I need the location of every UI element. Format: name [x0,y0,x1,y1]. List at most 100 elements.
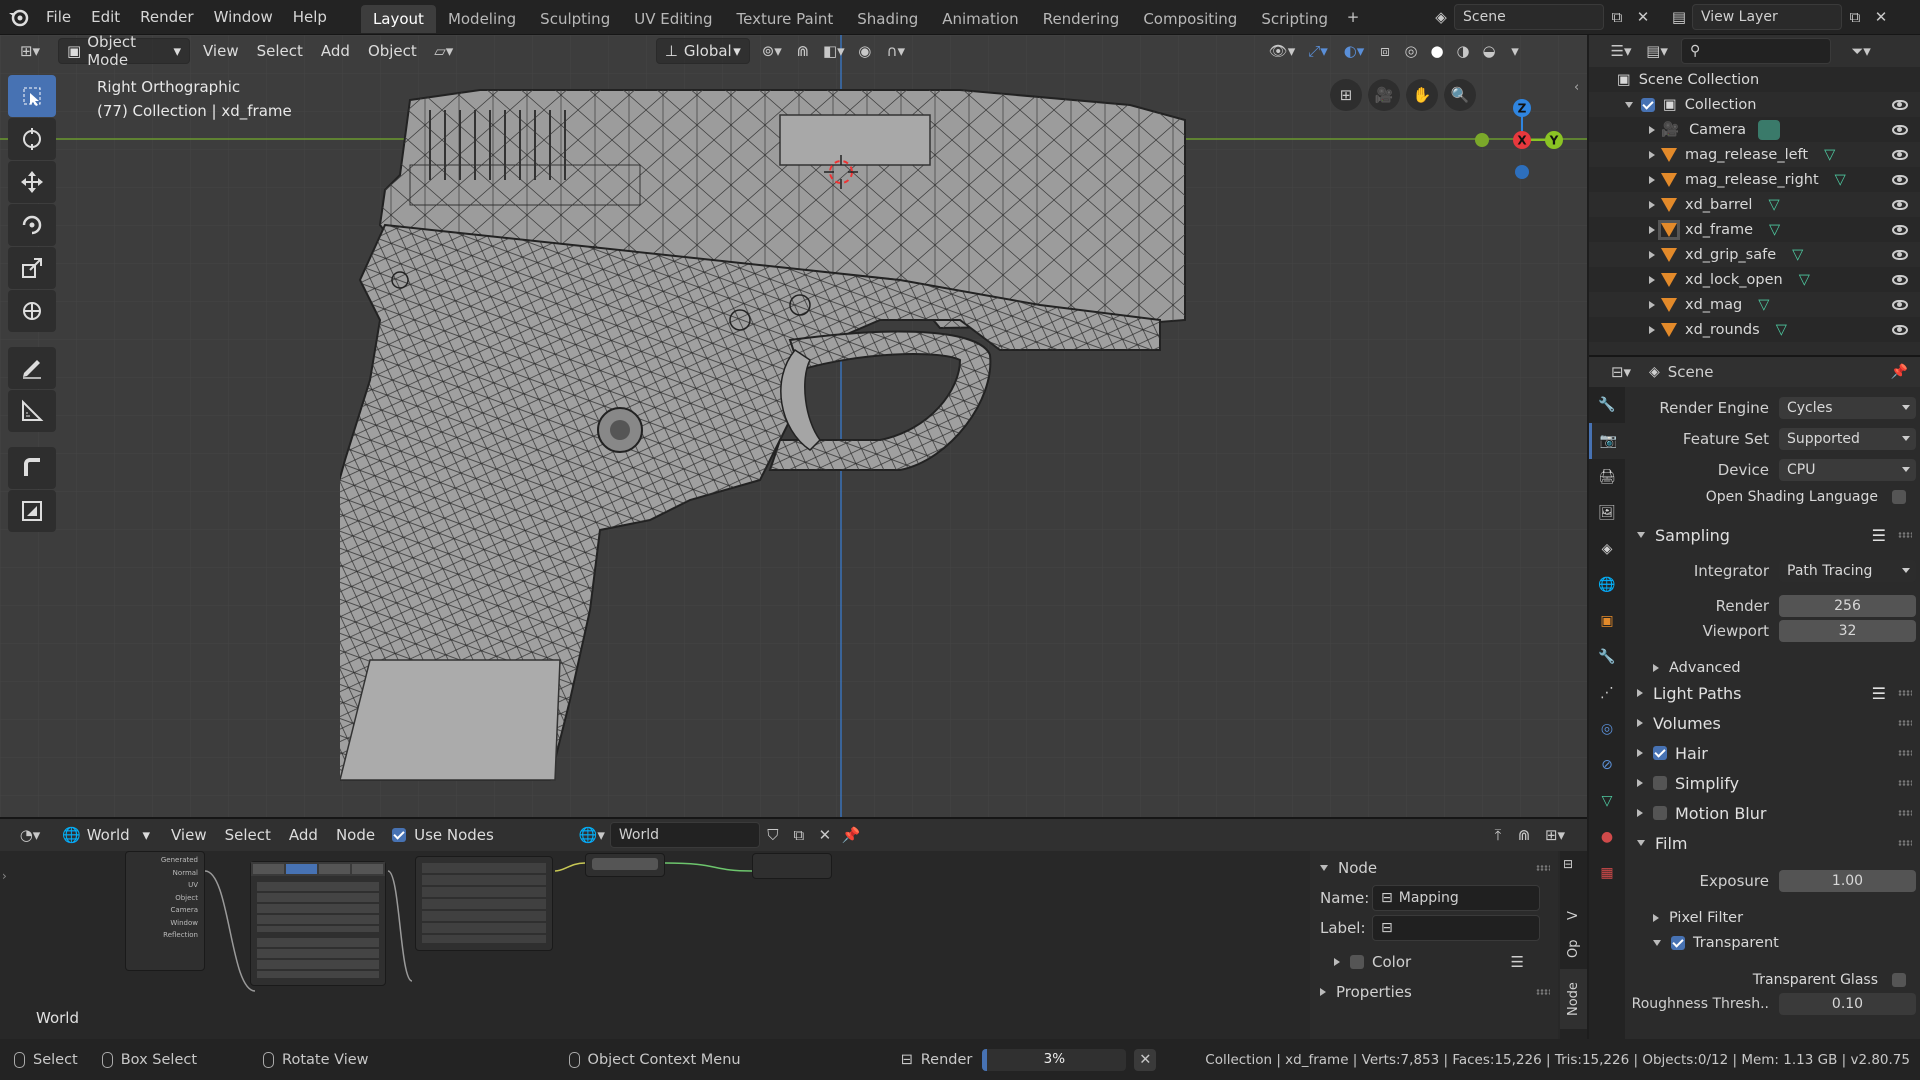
new-view-layer-icon[interactable]: ⧉ [1842,4,1868,30]
xd-mag-visibility-icon[interactable] [1892,299,1908,310]
menu-edit[interactable]: Edit [81,0,130,35]
gizmo-neg-y-axis[interactable] [1475,133,1489,147]
world-output-node[interactable] [752,853,832,879]
modifier-tab-icon[interactable]: 🔧 [1589,639,1625,675]
node-menu-add[interactable]: Add [280,826,327,844]
menu-window[interactable]: Window [204,0,283,35]
color-presets-icon[interactable]: ☰ [1511,953,1524,971]
sampling-panel-header[interactable]: Sampling ☰ [1625,520,1920,550]
rotate-tool-icon[interactable] [8,204,56,246]
hair-checkbox[interactable] [1653,746,1667,760]
hair-drag-icon[interactable] [1898,750,1912,756]
volumes-drag-icon[interactable] [1898,720,1912,726]
tab-animation[interactable]: Animation [930,5,1030,33]
sidebar-pin-icon[interactable]: ⊟ [1563,857,1573,871]
tab-shading[interactable]: Shading [845,5,930,33]
pin-icon[interactable]: 📌 [838,822,864,848]
pivot-point-icon[interactable]: ⊚▾ [754,38,790,64]
xd-barrel-visibility-icon[interactable] [1892,199,1908,210]
cursor-tool-icon[interactable] [8,118,56,160]
tab-compositing[interactable]: Compositing [1131,5,1249,33]
properties-drag-handle-icon[interactable] [1536,989,1550,995]
tab-layout[interactable]: Layout [360,5,436,33]
properties-editor[interactable]: ⊟▾ ◈ Scene 📌 🔧 📷 🖨 🖼 ◈ 🌐 ▣ 🔧 ⋰ ◎ ⊘ ▽ ● ▦… [1589,355,1920,1039]
shading-solid-icon[interactable]: ● [1424,38,1450,64]
motion-blur-panel-header[interactable]: Motion Blur [1625,798,1920,828]
node-menu-select[interactable]: Select [216,826,280,844]
outliner-scene-collection[interactable]: ▣ Scene Collection [1589,67,1920,92]
xd-barrel-expand-icon[interactable] [1649,200,1655,209]
outliner-item-xd-lock-open[interactable]: xd_lock_open ▽ [1589,267,1920,292]
xd-rounds-expand-icon[interactable] [1649,325,1655,334]
collection-expand-icon[interactable] [1625,101,1633,108]
xd-frame-visibility-icon[interactable] [1892,224,1908,235]
view-layer-icon[interactable]: ▤ [1666,4,1692,30]
texture-coordinate-node[interactable]: Generated Normal UV Object Camera Window Refle… [125,851,205,971]
node-canvas[interactable]: Generated Normal UV Object Camera Window Refle… [0,851,1310,1041]
outliner-item-xd-frame[interactable]: xd_frame ▽ [1589,217,1920,242]
xray-icon[interactable]: ⧈ [1372,38,1398,64]
world-browse-icon[interactable]: 🌐▾ [574,822,610,848]
simplify-panel-header[interactable]: Simplify [1625,768,1920,798]
unlink-world-icon[interactable]: ✕ [812,822,838,848]
render-tab-icon[interactable]: 📷 [1589,423,1625,459]
background-node[interactable] [585,853,665,877]
osl-checkbox[interactable] [1892,490,1906,504]
mode-selector[interactable]: ▣ Object Mode ▾ [58,35,190,69]
scene-icon[interactable]: ◈ [1428,4,1454,30]
particles-tab-icon[interactable]: ⋰ [1589,675,1625,711]
camera-expand-icon[interactable] [1649,125,1655,134]
feature-set-dropdown[interactable]: Supported [1779,428,1916,450]
pan-view-icon[interactable]: ✋ [1406,79,1438,111]
pistol-mesh-wireframe[interactable] [340,80,1200,817]
visibility-icon[interactable]: 👁▾ [1264,38,1300,64]
display-mode-icon[interactable]: ▤▾ [1639,38,1675,64]
select-box-tool-icon[interactable] [8,75,56,117]
scale-tool-icon[interactable] [8,247,56,289]
shading-options-icon[interactable]: ▾ [1502,38,1528,64]
material-tab-icon[interactable]: ● [1589,819,1625,855]
grid-toggle-icon[interactable]: ⊞ [1330,79,1362,111]
menu-file[interactable]: File [36,0,81,35]
camera-view-icon[interactable]: 🎥 [1368,79,1400,111]
menu-help[interactable]: Help [283,0,337,35]
measure-tool-icon[interactable] [8,390,56,432]
object-data-tab-icon[interactable]: ▽ [1589,783,1625,819]
viewport-menu-object[interactable]: Object [359,42,426,60]
transparent-subpanel-header[interactable]: Transparent [1625,928,1920,958]
outliner-editor-type-icon[interactable]: ☰▾ [1603,38,1639,64]
fake-user-icon[interactable]: ⛉ [760,822,786,848]
use-nodes-checkbox[interactable] [392,828,407,842]
node-snap-target-icon[interactable]: ⊞▾ [1537,822,1573,848]
editor-type-icon[interactable]: ⊞▾ [12,38,48,64]
scene-tab-icon[interactable]: ◈ [1589,531,1625,567]
node-name-field[interactable]: ⊟ Mapping [1372,885,1540,911]
filter-icon[interactable]: ⏷▾ [1843,38,1879,64]
outliner-search-input[interactable]: ⚲ [1681,38,1831,64]
integrator-dropdown[interactable]: Path Tracing [1779,560,1916,582]
shading-material-icon[interactable]: ◑ [1450,38,1476,64]
move-tool-icon[interactable] [8,161,56,203]
viewport-menu-select[interactable]: Select [248,42,312,60]
tab-uv-editing[interactable]: UV Editing [622,5,724,33]
tab-rendering[interactable]: Rendering [1031,5,1132,33]
new-world-icon[interactable]: ⧉ [786,822,812,848]
gizmo-neg-z-axis[interactable] [1515,165,1529,179]
delete-scene-icon[interactable]: ✕ [1630,4,1656,30]
outliner-collection[interactable]: ▣ Collection [1589,92,1920,117]
object-tab-icon[interactable]: ▣ [1589,603,1625,639]
world-tab-icon[interactable]: 🌐 [1589,567,1625,603]
shading-rendered-icon[interactable]: ◒ [1476,38,1502,64]
device-dropdown[interactable]: CPU [1779,459,1916,481]
transparent-glass-checkbox[interactable] [1892,973,1906,987]
snap-target-icon[interactable]: ◧▾ [816,38,852,64]
collection-exclude-checkbox[interactable] [1641,97,1655,112]
toolbar-expand-icon[interactable]: › [2,869,7,883]
motion-blur-checkbox[interactable] [1653,806,1667,820]
exposure-field[interactable]: 1.00 [1779,870,1916,892]
node-editor[interactable]: ◔▾ 🌐 World ▾ View Select Add Node Use Nod… [0,817,1587,1041]
tab-scripting[interactable]: Scripting [1249,5,1340,33]
output-tab-icon[interactable]: 🖨 [1589,459,1625,495]
xd-rounds-visibility-icon[interactable] [1892,324,1908,335]
sidebar-toggle-icon[interactable]: ‹ [1574,80,1579,95]
